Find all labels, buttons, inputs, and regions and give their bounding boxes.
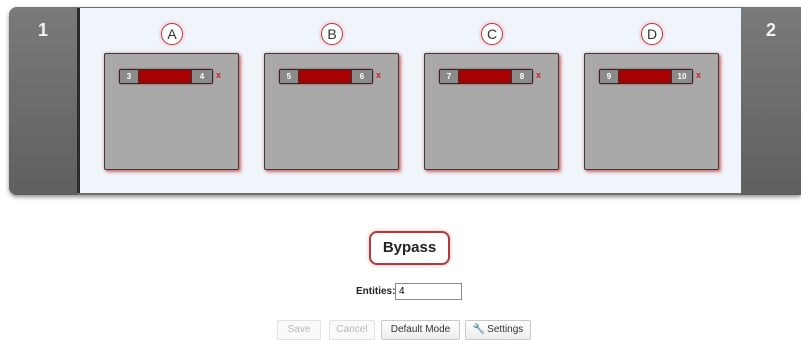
slot-box[interactable]: 7 8 x xyxy=(424,53,559,170)
range-bar[interactable]: 5 6 xyxy=(279,69,373,84)
range-bar[interactable]: 9 10 xyxy=(599,69,693,84)
slot-letter: B xyxy=(321,23,343,45)
range-end: 6 xyxy=(351,70,372,83)
range-start: 3 xyxy=(120,70,139,83)
range-end: 8 xyxy=(511,70,532,83)
slot-box[interactable]: 3 4 x xyxy=(104,53,239,170)
save-button[interactable]: Save xyxy=(277,320,321,340)
slot-a: A 3 4 x xyxy=(104,8,240,193)
slots-stage: A 3 4 x B 5 6 x C 7 8 x D 9 10 x xyxy=(77,8,741,193)
range-start: 9 xyxy=(600,70,619,83)
range-bar[interactable]: 3 4 xyxy=(119,69,213,84)
range-start: 7 xyxy=(440,70,459,83)
remove-bar-icon[interactable]: x xyxy=(696,69,701,82)
slot-b: B 5 6 x xyxy=(264,8,400,193)
wrench-icon: 🔧 xyxy=(472,324,486,335)
bypass-mode-badge[interactable]: Bypass xyxy=(369,231,450,265)
slot-d: D 9 10 x xyxy=(584,8,720,193)
left-side-number: 1 xyxy=(37,20,48,40)
right-side-number: 2 xyxy=(765,20,776,40)
remove-bar-icon[interactable]: x xyxy=(376,69,381,82)
remove-bar-icon[interactable]: x xyxy=(536,69,541,82)
slot-box[interactable]: 9 10 x xyxy=(584,53,719,170)
remove-bar-icon[interactable]: x xyxy=(216,69,221,82)
slot-c: C 7 8 x xyxy=(424,8,560,193)
slot-letter: A xyxy=(161,23,183,45)
range-bar[interactable]: 7 8 xyxy=(439,69,533,84)
entities-label: Entities: xyxy=(356,286,396,297)
range-start: 5 xyxy=(280,70,299,83)
slot-letter: D xyxy=(641,23,663,45)
left-side-panel: 1 xyxy=(9,7,77,195)
range-end: 10 xyxy=(671,70,692,83)
range-end: 4 xyxy=(191,70,212,83)
settings-label: Settings xyxy=(487,324,524,335)
slot-box[interactable]: 5 6 x xyxy=(264,53,399,170)
default-mode-button[interactable]: Default Mode xyxy=(381,320,460,340)
slot-letter: C xyxy=(481,23,503,45)
routing-frame: 1 A 3 4 x B 5 6 x C 7 8 x D 9 10 x 2 xyxy=(9,7,801,195)
entities-input[interactable] xyxy=(395,283,462,300)
right-side-panel: 2 xyxy=(741,7,801,195)
cancel-button[interactable]: Cancel xyxy=(329,320,375,340)
settings-button[interactable]: 🔧 Settings xyxy=(465,320,531,340)
